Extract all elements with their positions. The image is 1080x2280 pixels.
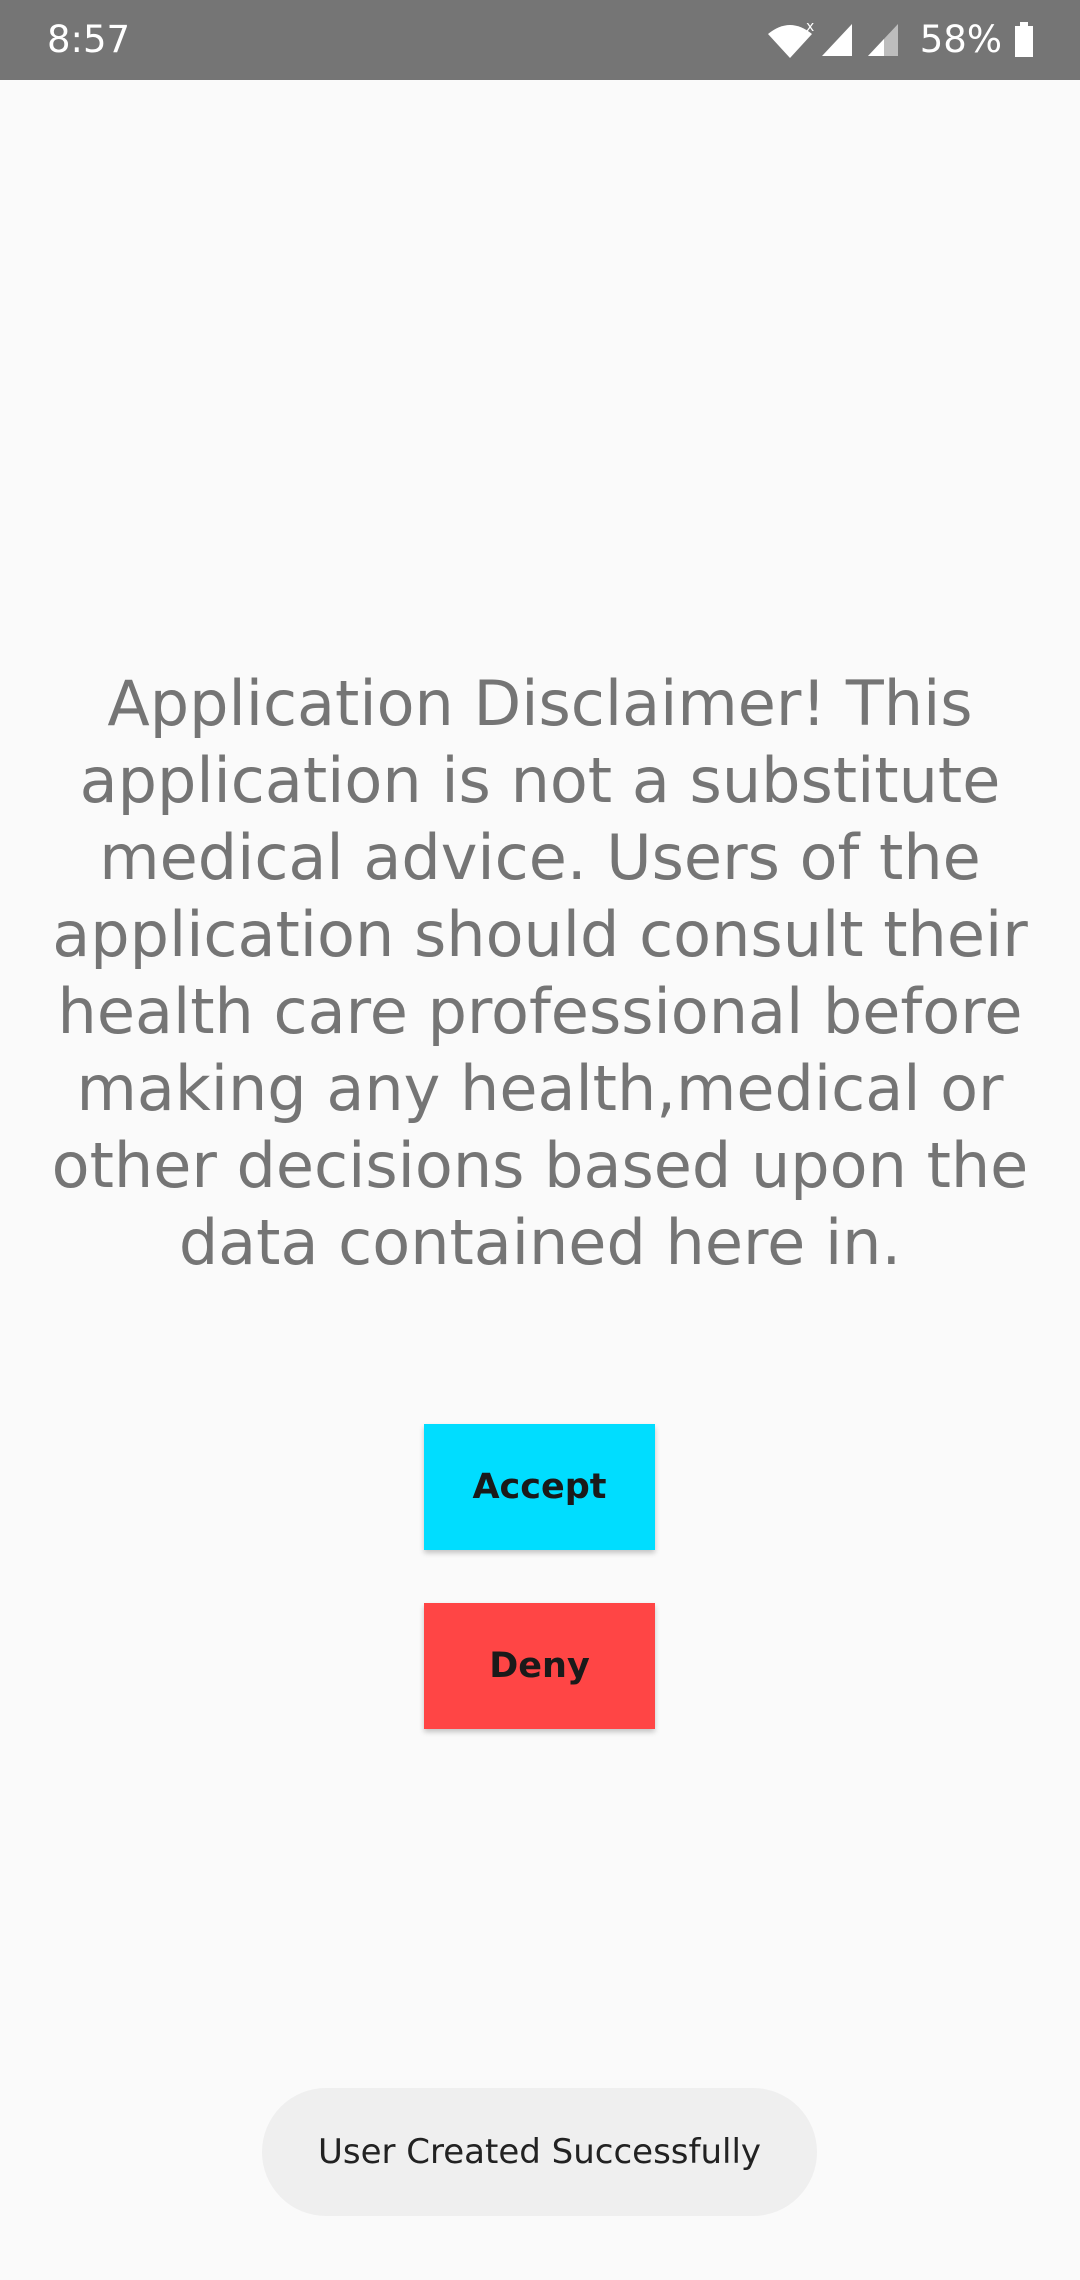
- wifi-icon: x: [766, 20, 814, 60]
- cellular-signal-icon: [820, 22, 854, 58]
- disclaimer-text: Application Disclaimer! This application…: [51, 667, 1029, 1279]
- status-time: 8:57: [47, 18, 131, 61]
- battery-percent: 58%: [919, 18, 1002, 61]
- toast-message: User Created Successfully: [262, 2088, 817, 2216]
- cellular-signal-icon: [866, 22, 900, 58]
- battery-icon: [1014, 22, 1034, 58]
- svg-text:x: x: [806, 20, 814, 35]
- accept-button[interactable]: Accept: [424, 1424, 655, 1550]
- deny-button[interactable]: Deny: [424, 1603, 655, 1729]
- status-bar: 8:57 x 58%: [0, 0, 1080, 80]
- status-icons: x 58%: [766, 16, 1034, 64]
